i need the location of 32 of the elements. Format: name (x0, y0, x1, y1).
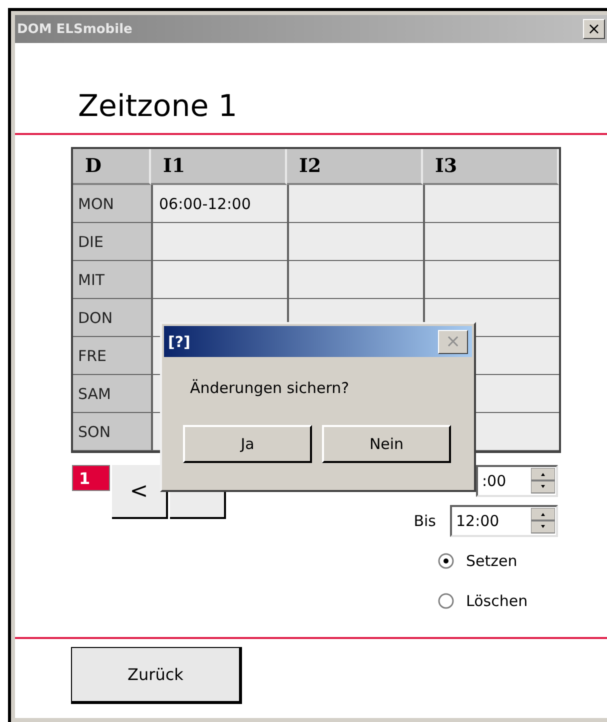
time-field[interactable]: 12:00 (450, 505, 558, 537)
table-cell[interactable] (287, 261, 423, 299)
column-header: I1 (151, 149, 287, 185)
close-button[interactable]: × (583, 19, 605, 39)
table-cell[interactable] (287, 223, 423, 261)
table-cell[interactable]: 06:00-12:00 (151, 185, 287, 223)
time-field[interactable]: :00 (476, 465, 558, 497)
column-header: I3 (423, 149, 559, 185)
radio-button[interactable] (438, 593, 454, 609)
window-title: DOM ELSmobile (17, 22, 132, 36)
spinner-arrows-icon[interactable] (531, 508, 555, 534)
spinner-arrows-icon[interactable] (531, 468, 555, 494)
radio-button[interactable] (438, 553, 454, 569)
table-cell[interactable] (423, 185, 559, 223)
dialog-button[interactable]: Ja (183, 425, 312, 463)
page-heading: Zeitzone 1 (78, 88, 238, 126)
radio-label[interactable]: Löschen (466, 592, 528, 610)
dialog-title: [?] (168, 332, 190, 350)
table-cell[interactable] (287, 185, 423, 223)
dialog-button[interactable]: Nein (322, 425, 451, 463)
table-cell[interactable] (151, 223, 287, 261)
radio-label[interactable]: Setzen (466, 552, 518, 570)
table-cell[interactable] (151, 261, 287, 299)
dialog-message: Änderungen sichern? (190, 379, 350, 397)
field-label: Bis (414, 512, 436, 530)
table-cell[interactable] (423, 261, 559, 299)
zone-number-badge: 1 (72, 465, 110, 491)
column-header: I2 (287, 149, 423, 185)
column-header: D (73, 149, 151, 185)
table-cell[interactable] (423, 223, 559, 261)
back-button[interactable]: Zurück (71, 647, 242, 704)
previous-button[interactable]: < (112, 465, 168, 519)
